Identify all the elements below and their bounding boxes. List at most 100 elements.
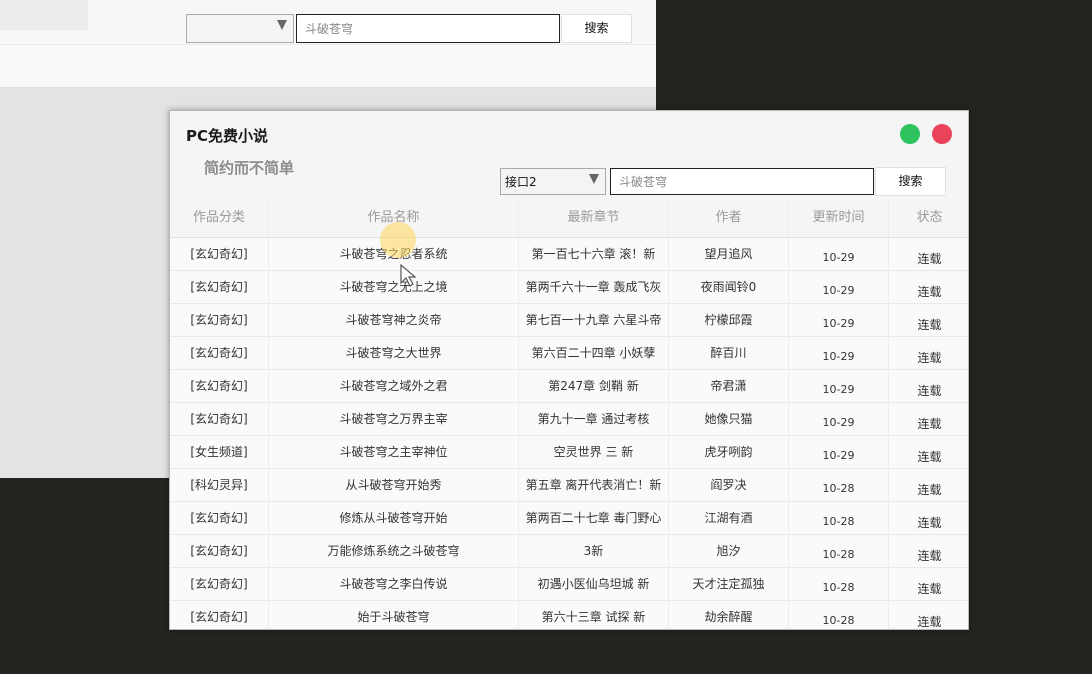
table-row[interactable]: [玄幻奇幻] 斗破苍穹之域外之君 第247章 剑鞘 新帝君潇 10-29 连载 [170, 370, 968, 403]
interface-select-value: 接口2 [505, 175, 537, 189]
table-row[interactable]: [玄幻奇幻] 斗破苍穹之无上之境 第两千六十一章 轰成飞灰 夜雨闻铃0 10-29 连载 [170, 271, 968, 304]
row-category: [玄幻奇幻] [170, 304, 269, 336]
chevron-down-icon [277, 20, 287, 30]
row-author: 旭汐 [669, 535, 789, 567]
row-title: 始于斗破苍穹 [269, 601, 519, 629]
table-row[interactable]: [玄幻奇幻] 斗破苍穹之忍者系统 第一百七十六章 滚！新 望月追风 10-29 连载 [170, 238, 968, 271]
background-search-input[interactable] [296, 14, 560, 43]
row-title: 斗破苍穹之域外之君 [269, 370, 519, 402]
row-update-time: 10-28 [789, 469, 889, 501]
app-title: PC免费小说 [186, 127, 269, 145]
row-latest-chapter: 初遇小医仙乌坦城 新 [519, 568, 669, 600]
background-toolbar: 搜索 [0, 0, 656, 44]
row-title: 斗破苍穹之主宰神位 [269, 436, 519, 468]
row-latest-chapter: 第九十一章 通过考核 [519, 403, 669, 435]
row-category: [玄幻奇幻] [170, 601, 269, 629]
row-title: 斗破苍穹之忍者系统 [269, 238, 519, 270]
row-title: 斗破苍穹之万界主宰 [269, 403, 519, 435]
header-title[interactable]: 作品名称 [269, 199, 519, 237]
table-row[interactable]: [玄幻奇幻] 斗破苍穹之李白传说 初遇小医仙乌坦城 新天才注定孤独 10-28 连载 [170, 568, 968, 601]
table-header: 作品分类 作品名称 最新章节 作者 更新时间 状态 [170, 199, 968, 238]
search-input[interactable] [610, 168, 874, 195]
row-update-time: 10-29 [789, 271, 889, 303]
table-row[interactable]: [玄幻奇幻] 斗破苍穹之万界主宰 第九十一章 通过考核 她像只猫 10-29 连载 [170, 403, 968, 436]
row-status: 连载 [917, 549, 942, 563]
row-author: 她像只猫 [669, 403, 789, 435]
row-author: 江湖有酒 [669, 502, 789, 534]
row-category: [女生频道] [170, 436, 269, 468]
app-subtitle: 简约而不简单 [204, 159, 295, 177]
row-title: 斗破苍穹之无上之境 [269, 271, 519, 303]
search-button[interactable]: 搜索 [875, 167, 946, 196]
background-row [0, 44, 656, 88]
header-update-time[interactable]: 更新时间 [789, 199, 889, 237]
background-panel [0, 0, 88, 30]
row-category: [玄幻奇幻] [170, 535, 269, 567]
row-category: [玄幻奇幻] [170, 568, 269, 600]
row-category: [玄幻奇幻] [170, 337, 269, 369]
row-author: 醉百川 [669, 337, 789, 369]
row-latest-chapter: 第两百二十七章 毒门野心 [519, 502, 669, 534]
row-category: [玄幻奇幻] [170, 403, 269, 435]
row-status: 连载 [917, 582, 942, 596]
row-update-time: 10-29 [789, 403, 889, 435]
row-author: 柠檬邱霞 [669, 304, 789, 336]
row-category: [玄幻奇幻] [170, 502, 269, 534]
row-title: 斗破苍穹之李白传说 [269, 568, 519, 600]
row-status: 连载 [917, 516, 942, 530]
table-row[interactable]: [玄幻奇幻] 斗破苍穹之大世界 第六百二十四章 小妖孽 醉百川 10-29 连载 [170, 337, 968, 370]
row-author: 望月追风 [669, 238, 789, 270]
row-latest-chapter: 3新 [519, 535, 669, 567]
row-status: 连载 [917, 384, 942, 398]
minimize-button[interactable] [900, 124, 920, 144]
row-update-time: 10-29 [789, 337, 889, 369]
row-author: 劫余醉醒 [669, 601, 789, 629]
row-category: [科幻灵异] [170, 469, 269, 501]
close-button[interactable] [932, 124, 952, 144]
background-search-button[interactable]: 搜索 [561, 14, 632, 43]
row-author: 阎罗决 [669, 469, 789, 501]
row-latest-chapter: 第五章 离开代表消亡！新 [519, 469, 669, 501]
row-update-time: 10-29 [789, 238, 889, 270]
table-row[interactable]: [女生频道] 斗破苍穹之主宰神位 空灵世界 三 新虎牙咧韵 10-29 连载 [170, 436, 968, 469]
row-author: 夜雨闻铃0 [669, 271, 789, 303]
row-status: 连载 [917, 252, 942, 266]
table-row[interactable]: [玄幻奇幻] 万能修炼系统之斗破苍穹 3新 旭汐 10-28 连载 [170, 535, 968, 568]
row-title: 修炼从斗破苍穹开始 [269, 502, 519, 534]
row-status: 连载 [917, 483, 942, 497]
row-status: 连载 [917, 417, 942, 431]
header-status[interactable]: 状态 [889, 199, 968, 237]
row-title: 斗破苍穹之大世界 [269, 337, 519, 369]
row-status: 连载 [917, 351, 942, 365]
row-category: [玄幻奇幻] [170, 238, 269, 270]
chevron-down-icon [589, 174, 599, 184]
row-category: [玄幻奇幻] [170, 271, 269, 303]
row-author: 天才注定孤独 [669, 568, 789, 600]
row-title: 斗破苍穹神之炎帝 [269, 304, 519, 336]
interface-select[interactable]: 接口2 [500, 168, 606, 195]
table-row[interactable]: [玄幻奇幻] 始于斗破苍穹 第六十三章 试探 新劫余醉醒 10-28 连载 [170, 601, 968, 629]
row-status: 连载 [917, 450, 942, 464]
row-author: 虎牙咧韵 [669, 436, 789, 468]
row-title: 万能修炼系统之斗破苍穹 [269, 535, 519, 567]
row-update-time: 10-28 [789, 535, 889, 567]
row-update-time: 10-29 [789, 304, 889, 336]
app-window: PC免费小说 简约而不简单 接口2 搜索 作品分类 作品名称 最新章节 作者 更… [169, 110, 969, 630]
row-status: 连载 [917, 285, 942, 299]
row-latest-chapter: 第七百一十九章 六星斗帝 [519, 304, 669, 336]
table-row[interactable]: [科幻灵异] 从斗破苍穹开始秀 第五章 离开代表消亡！新 阎罗决 10-28 连载 [170, 469, 968, 502]
row-update-time: 10-28 [789, 502, 889, 534]
table-row[interactable]: [玄幻奇幻] 斗破苍穹神之炎帝 第七百一十九章 六星斗帝 柠檬邱霞 10-29 连载 [170, 304, 968, 337]
row-status: 连载 [917, 318, 942, 332]
row-author: 帝君潇 [669, 370, 789, 402]
background-interface-select[interactable] [186, 14, 294, 43]
header-author[interactable]: 作者 [669, 199, 789, 237]
row-latest-chapter: 第一百七十六章 滚！新 [519, 238, 669, 270]
header-category[interactable]: 作品分类 [170, 199, 269, 237]
row-latest-chapter: 第六十三章 试探 新 [519, 601, 669, 629]
row-update-time: 10-29 [789, 436, 889, 468]
table-row[interactable]: [玄幻奇幻] 修炼从斗破苍穹开始 第两百二十七章 毒门野心 江湖有酒 10-28 连载 [170, 502, 968, 535]
row-update-time: 10-28 [789, 568, 889, 600]
header-latest-chapter[interactable]: 最新章节 [519, 199, 669, 237]
row-update-time: 10-29 [789, 370, 889, 402]
